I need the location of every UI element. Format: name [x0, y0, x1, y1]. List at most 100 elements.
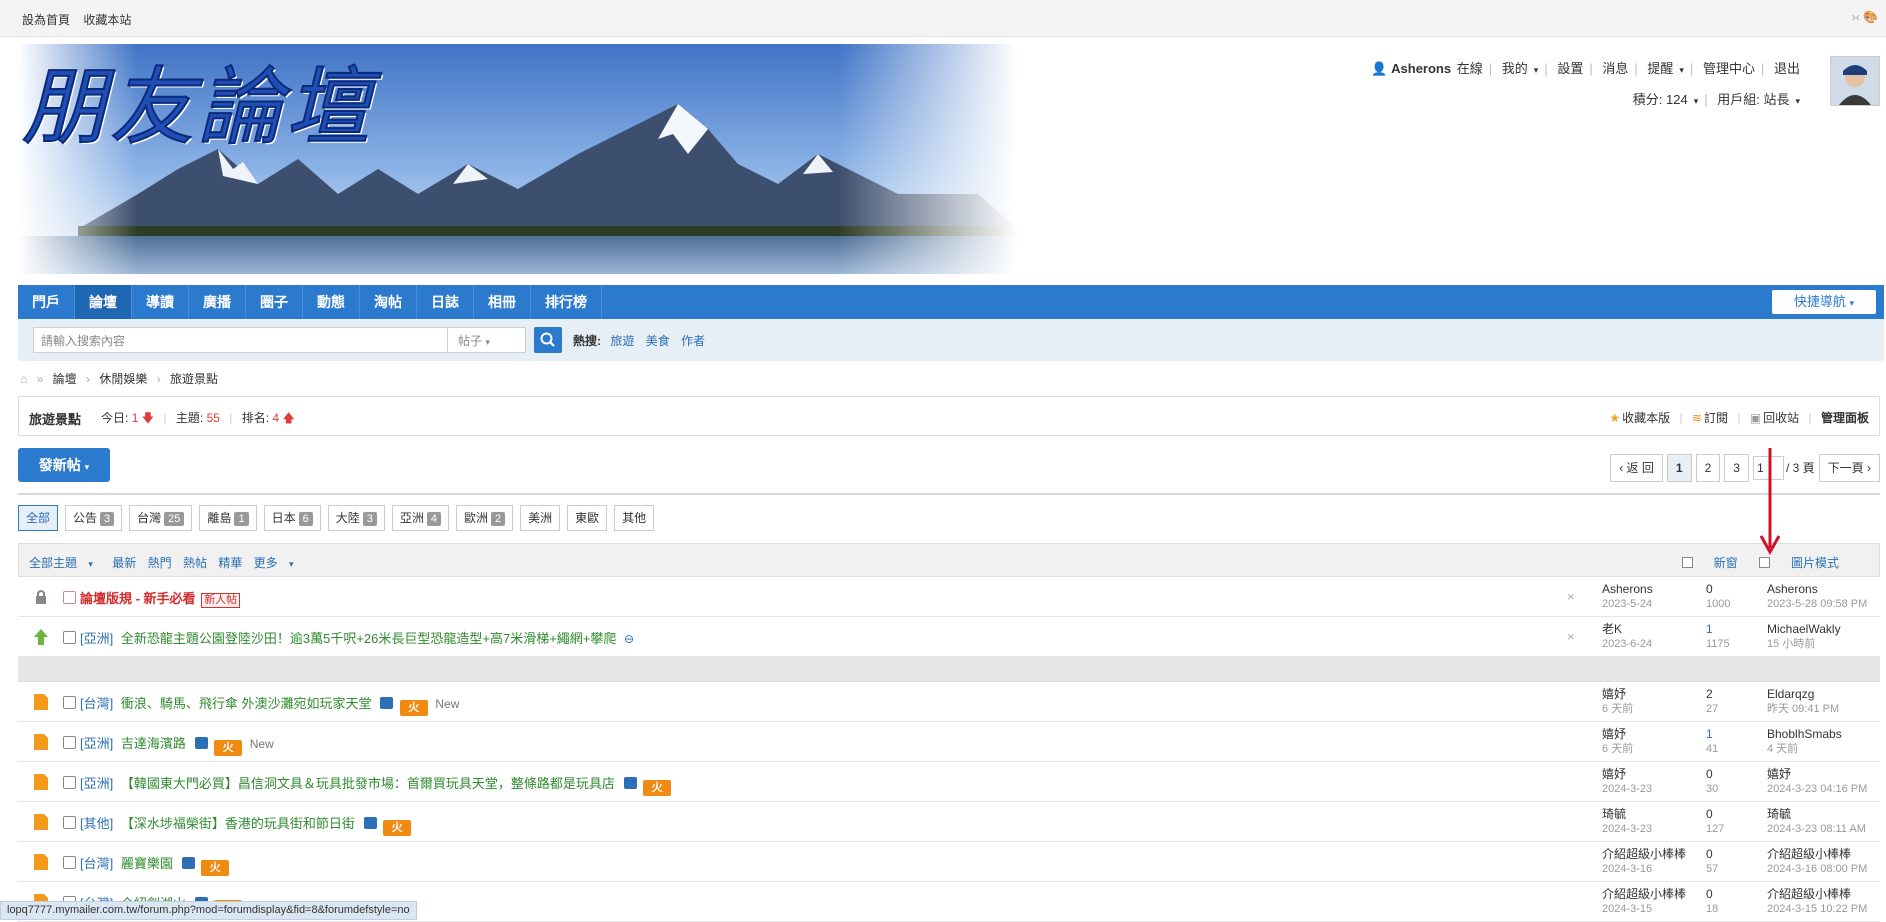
user-group-menu[interactable]: 用戶組: 站長	[1717, 92, 1789, 107]
breadcrumb-leisure[interactable]: 休閒娛樂	[99, 372, 147, 386]
category-mainland[interactable]: 大陸 3	[327, 505, 385, 531]
category-all[interactable]: 全部	[18, 505, 59, 531]
filter-popular[interactable]: 熱門	[148, 556, 172, 570]
thread-checkbox[interactable]	[63, 736, 76, 749]
last-poster[interactable]: 介紹超級小棒棒	[1767, 887, 1867, 902]
last-post-date[interactable]: 昨天 09:41 PM	[1767, 702, 1839, 717]
reminders-menu[interactable]: 提醒	[1647, 61, 1673, 76]
nav-guide[interactable]: 導讀	[132, 285, 189, 319]
set-homepage-link[interactable]: 設為首頁	[22, 13, 70, 27]
last-poster[interactable]: 介紹超級小棒棒	[1767, 847, 1867, 862]
quick-nav-button[interactable]: 快捷導航 ▾	[1771, 290, 1876, 314]
admin-center-link[interactable]: 管理中心	[1703, 61, 1755, 76]
category-other[interactable]: 其他	[614, 505, 655, 531]
my-menu[interactable]: 我的	[1502, 61, 1528, 76]
hot-search-travel[interactable]: 旅遊	[610, 334, 634, 348]
last-post-date[interactable]: 4 天前	[1767, 742, 1842, 757]
thread-checkbox[interactable]	[63, 856, 76, 869]
thread-type[interactable]: [亞洲]	[80, 776, 113, 791]
reply-count[interactable]: 0	[1706, 767, 1718, 782]
author-name[interactable]: 嬉妤	[1602, 687, 1633, 702]
thread-link[interactable]: 全新恐龍主題公園登陸沙田！逾3萬5千呎+26米長巨型恐龍造型+高7米滑梯+繩網+…	[121, 631, 617, 646]
thread-type[interactable]: [其他]	[80, 816, 113, 831]
thread-type[interactable]: [亞洲]	[80, 631, 113, 646]
admin-panel-link[interactable]: 管理面板	[1821, 411, 1869, 425]
checkbox[interactable]	[1681, 557, 1693, 568]
subscribe-link[interactable]: 訂閱	[1704, 411, 1728, 425]
filter-hot[interactable]: 熱帖	[183, 556, 207, 570]
thread-type[interactable]: [台灣]	[80, 696, 113, 711]
thread-checkbox[interactable]	[63, 591, 76, 604]
last-post-date[interactable]: 2024-3-23 08:11 AM	[1767, 822, 1866, 837]
category-asia[interactable]: 亞洲 4	[391, 505, 449, 531]
search-button[interactable]	[534, 327, 562, 353]
last-poster[interactable]: 琦毓	[1767, 807, 1866, 822]
last-post-date[interactable]: 2024-3-16 08:00 PM	[1767, 862, 1867, 877]
nav-blog[interactable]: 日誌	[417, 285, 474, 319]
back-button[interactable]: ‹ 返 回	[1610, 454, 1663, 482]
username-link[interactable]: Asherons	[1391, 61, 1451, 76]
nav-feed[interactable]: 動態	[303, 285, 360, 319]
thread-link[interactable]: 衝浪、騎馬、飛行傘 外澳沙灘宛如玩家天堂	[121, 696, 372, 711]
thread-link[interactable]: 麗寶樂園	[121, 856, 173, 871]
breadcrumb-forum[interactable]: 論壇	[53, 372, 77, 386]
filter-digest[interactable]: 精華	[218, 556, 242, 570]
bookmark-site-link[interactable]: 收藏本站	[83, 13, 131, 27]
avatar[interactable]	[1830, 56, 1880, 106]
filter-more[interactable]: 更多 ▾	[254, 556, 302, 570]
image-mode-toggle[interactable]: 圖片模式	[1758, 556, 1839, 570]
author-name[interactable]: 嬉妤	[1602, 727, 1633, 742]
favorite-forum-link[interactable]: 收藏本版	[1622, 411, 1670, 425]
category-eastern-europe[interactable]: 東歐	[567, 505, 608, 531]
category-americas[interactable]: 美洲	[520, 505, 561, 531]
home-icon[interactable]: ⌂	[20, 372, 27, 386]
author-name[interactable]: 老K	[1602, 622, 1652, 637]
category-taiwan[interactable]: 台灣 25	[129, 505, 193, 531]
author-name[interactable]: Asherons	[1602, 582, 1653, 597]
thread-link[interactable]: 【深水埗福榮街】香港的玩具街和節日街	[121, 816, 355, 831]
thread-link[interactable]: 論壇版規 - 新手必看	[80, 591, 196, 606]
reply-count[interactable]: 0	[1706, 582, 1730, 597]
last-poster[interactable]: Asherons	[1767, 582, 1867, 597]
close-icon[interactable]: ×	[1567, 629, 1575, 644]
category-europe[interactable]: 歐洲 2	[455, 505, 514, 531]
reply-count[interactable]: 2	[1706, 687, 1718, 702]
nav-broadcast[interactable]: 廣播	[189, 285, 246, 319]
breadcrumb-travel[interactable]: 旅遊景點	[170, 372, 218, 386]
recycle-bin-link[interactable]: 回收站	[1763, 411, 1799, 425]
author-name[interactable]: 嬉妤	[1602, 767, 1652, 782]
last-poster[interactable]: Eldarqzg	[1767, 687, 1839, 702]
thread-type[interactable]: [台灣]	[80, 856, 113, 871]
last-post-date[interactable]: 15 小時前	[1767, 637, 1841, 652]
thread-checkbox[interactable]	[63, 631, 76, 644]
nav-portal[interactable]: 門戶	[18, 285, 75, 319]
thread-link[interactable]: 【韓國東大門必買】昌信洞文具＆玩具批發市場：首爾買玩具天堂，整條路都是玩具店	[121, 776, 615, 791]
author-name[interactable]: 介紹超級小棒棒	[1602, 887, 1686, 902]
last-poster[interactable]: 嬉妤	[1767, 767, 1867, 782]
thread-link[interactable]: 吉達海濱路	[121, 736, 186, 751]
settings-link[interactable]: 設置	[1557, 61, 1583, 76]
new-window-toggle[interactable]: 新窗	[1681, 556, 1738, 570]
nav-groups[interactable]: 圈子	[246, 285, 303, 319]
page-3[interactable]: 3	[1724, 454, 1749, 482]
thread-checkbox[interactable]	[63, 776, 76, 789]
next-page-button[interactable]: 下一頁 ›	[1818, 454, 1880, 482]
last-poster[interactable]: BhoblhSmabs	[1767, 727, 1842, 742]
nav-ranking[interactable]: 排行榜	[531, 285, 602, 319]
reply-count[interactable]: 0	[1706, 887, 1718, 902]
nav-collections[interactable]: 淘帖	[360, 285, 417, 319]
thread-type[interactable]: [亞洲]	[80, 736, 113, 751]
category-announcement[interactable]: 公告 3	[65, 505, 123, 531]
category-islands[interactable]: 離島 1	[199, 505, 257, 531]
filter-all-topics[interactable]: 全部主題 ▾	[29, 556, 101, 570]
top-right-controls[interactable]: ›‹ 🎨	[1852, 10, 1878, 24]
thread-checkbox[interactable]	[63, 816, 76, 829]
author-name[interactable]: 琦毓	[1602, 807, 1652, 822]
nav-forum[interactable]: 論壇	[75, 285, 132, 319]
reply-count[interactable]: 1	[1706, 727, 1718, 742]
page-1[interactable]: 1	[1666, 454, 1692, 482]
search-input[interactable]: 請輸入搜索內容	[33, 327, 448, 353]
logout-link[interactable]: 退出	[1774, 61, 1800, 76]
hot-search-author[interactable]: 作者	[681, 334, 705, 348]
last-post-date[interactable]: 2024-3-15 10:22 PM	[1767, 902, 1867, 917]
